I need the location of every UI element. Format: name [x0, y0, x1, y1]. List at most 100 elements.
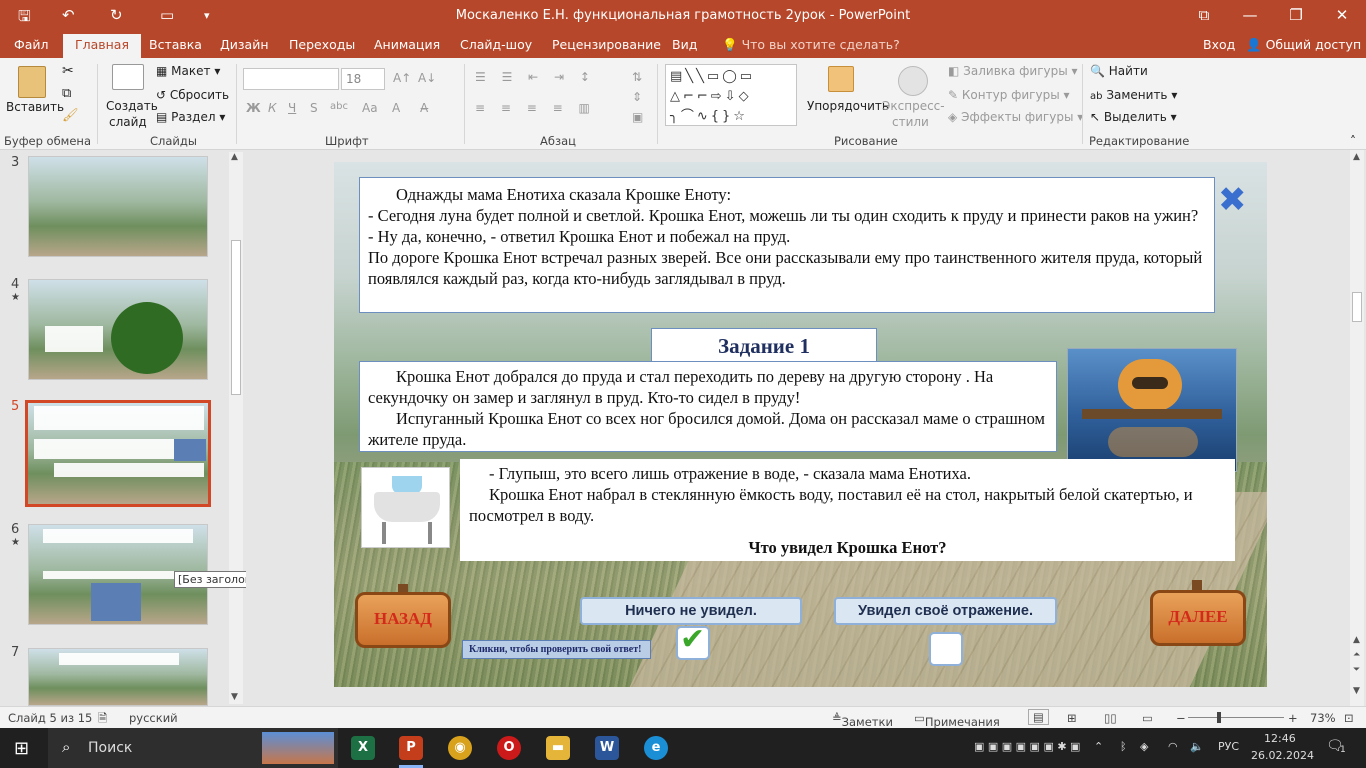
answer-2-checkbox[interactable] — [929, 632, 963, 666]
language-indicator[interactable]: РУС — [1218, 740, 1239, 753]
clock-time[interactable]: 12:46 — [1264, 732, 1296, 745]
story-text-box-1[interactable]: Однажды мама Енотиха сказала Крошке Енот… — [359, 177, 1215, 313]
underline-button[interactable]: Ч — [288, 101, 296, 115]
excel-icon[interactable]: X — [351, 736, 375, 760]
story-text-box-3[interactable]: - Глупыш, это всего лишь отражение в вод… — [460, 459, 1235, 561]
quick-styles-icon[interactable] — [898, 66, 928, 96]
replace-button[interactable]: ab Заменить ▾ — [1090, 88, 1177, 102]
opera-icon[interactable]: O — [497, 736, 521, 760]
zoom-slider-thumb[interactable] — [1217, 712, 1221, 723]
language-indicator[interactable]: русский — [129, 711, 178, 725]
tab-slideshow[interactable]: Слайд-шоу — [460, 37, 532, 52]
edge-icon[interactable]: e — [644, 736, 668, 760]
slide-sorter-icon[interactable]: ⊞ — [1067, 711, 1077, 725]
italic-button[interactable]: К — [268, 101, 277, 115]
quick-styles-button[interactable]: Экспресс- — [882, 99, 945, 113]
notes-button[interactable]: ≜ Заметки — [832, 711, 893, 729]
grow-font-icon[interactable]: A↑ — [393, 71, 411, 85]
word-icon[interactable]: W — [595, 736, 619, 760]
scroll-up-icon[interactable]: ▲ — [1353, 152, 1360, 162]
find-button[interactable]: 🔍 Найти — [1090, 64, 1148, 78]
new-slide-button-line2[interactable]: слайд — [109, 115, 147, 129]
tab-insert[interactable]: Вставка — [149, 37, 202, 52]
tab-design[interactable]: Дизайн — [220, 37, 269, 52]
tab-view[interactable]: Вид — [672, 37, 697, 52]
bluetooth-icon[interactable]: ᛒ — [1120, 740, 1127, 753]
close-slide-icon[interactable]: ✖ — [1218, 183, 1247, 217]
tab-file[interactable]: Файл — [14, 37, 49, 52]
section-button[interactable]: ▤ Раздел ▾ — [156, 110, 225, 124]
zoom-out-icon[interactable]: − — [1176, 711, 1186, 725]
char-spacing-button[interactable]: abc — [330, 101, 348, 112]
shape-effects-button[interactable]: ◈ Эффекты фигуры ▾ — [948, 110, 1083, 124]
chrome-icon[interactable]: ◉ — [448, 736, 472, 760]
scroll-up-icon[interactable]: ▲ — [1353, 635, 1360, 645]
change-case-icon[interactable]: A — [392, 101, 400, 115]
shape-outline-button[interactable]: ✎ Контур фигуры ▾ — [948, 88, 1070, 102]
zoom-level[interactable]: 73% — [1310, 711, 1336, 725]
text-direction-icon[interactable]: ⇅ — [632, 70, 642, 84]
clear-format-icon[interactable]: A̶ — [420, 101, 428, 115]
wifi-icon[interactable]: ◠ — [1168, 740, 1178, 753]
normal-view-icon[interactable]: ▤ — [1028, 709, 1049, 725]
next-slide-icon[interactable]: ⏷ — [1353, 665, 1360, 675]
quick-styles-button-line2[interactable]: стили — [892, 115, 929, 129]
slide-thumbnail-5[interactable] — [25, 400, 211, 507]
tray-overflow-icon[interactable]: ⌃ — [1094, 740, 1103, 753]
previous-slide-icon[interactable]: ⏶ — [1353, 650, 1360, 660]
signin-link[interactable]: Вход — [1203, 37, 1235, 52]
tab-animation[interactable]: Анимация — [374, 37, 440, 52]
font-name-input[interactable] — [243, 68, 339, 90]
comments-button[interactable]: ▭ Примечания — [914, 711, 1000, 729]
cut-icon[interactable]: ✂ — [62, 63, 74, 79]
minimize-icon[interactable]: — — [1230, 6, 1270, 24]
scroll-down-icon[interactable]: ▼ — [231, 692, 238, 702]
collapse-ribbon-icon[interactable]: ˄ — [1350, 134, 1356, 148]
file-explorer-icon[interactable]: ▬ — [546, 736, 570, 760]
reset-button[interactable]: ↺ Сбросить — [156, 88, 229, 102]
new-slide-icon[interactable] — [112, 64, 144, 90]
fit-to-window-icon[interactable]: ⊡ — [1344, 711, 1354, 725]
slideshow-view-icon[interactable]: ▭ — [1142, 711, 1153, 725]
arrange-icon[interactable] — [828, 66, 854, 92]
layout-button[interactable]: ▦ Макет ▾ — [156, 64, 220, 78]
format-painter-icon[interactable]: 🖌 — [62, 108, 79, 123]
paste-icon[interactable] — [18, 66, 46, 98]
share-button[interactable]: 👤 Общий доступ — [1246, 37, 1361, 53]
align-icons[interactable]: ≡ ≡ ≡ ≡ ▥ — [475, 101, 596, 115]
scroll-up-icon[interactable]: ▲ — [231, 152, 238, 162]
font-size-input[interactable]: 18 — [341, 68, 385, 90]
scroll-thumb[interactable] — [1352, 292, 1362, 322]
arrange-button[interactable]: Упорядочить — [807, 99, 889, 113]
reading-view-icon[interactable]: ▯▯ — [1104, 711, 1117, 725]
tab-review[interactable]: Рецензирование — [552, 37, 661, 52]
tab-transitions[interactable]: Переходы — [289, 37, 355, 52]
taskbar-search-box[interactable]: ⌕ Поиск — [48, 728, 338, 768]
volume-icon[interactable]: 🔈 — [1190, 740, 1204, 753]
shape-fill-button[interactable]: ◧ Заливка фигуры ▾ — [948, 64, 1078, 78]
thumbnail-scrollbar[interactable]: ▲ ▼ — [229, 152, 243, 704]
slide-thumbnail-4[interactable] — [28, 279, 208, 380]
answer-nothing-button[interactable]: Ничего не увидел. — [580, 597, 802, 625]
close-icon[interactable]: ✕ — [1322, 6, 1362, 24]
answer-reflection-button[interactable]: Увидел своё отражение. — [834, 597, 1057, 625]
tray-app-icons[interactable]: ▣ ▣ ▣ ▣ ▣ ▣ ✱ ▣ — [974, 740, 1080, 753]
zoom-in-icon[interactable]: + — [1288, 711, 1298, 725]
tab-home[interactable]: Главная — [63, 34, 141, 58]
new-slide-button[interactable]: Создать — [106, 99, 158, 113]
slide-thumbnail-3[interactable] — [28, 156, 208, 257]
copy-icon[interactable]: ⧉ — [62, 86, 71, 101]
scroll-thumb[interactable] — [231, 240, 241, 395]
strike-button[interactable]: S — [310, 101, 318, 115]
story-text-box-2[interactable]: Крошка Енот добрался до пруда и стал пер… — [359, 361, 1057, 452]
clock-date[interactable]: 26.02.2024 — [1251, 749, 1314, 762]
restore-icon[interactable]: ❐ — [1276, 6, 1316, 24]
next-button[interactable]: ДАЛЕЕ — [1150, 590, 1246, 646]
shrink-font-icon[interactable]: A↓ — [418, 71, 436, 85]
ribbon-options-icon[interactable]: ⧉ — [1184, 6, 1224, 24]
select-button[interactable]: ↖ Выделить ▾ — [1090, 110, 1177, 124]
back-button[interactable]: НАЗАД — [355, 592, 451, 648]
scroll-down-icon[interactable]: ▼ — [1353, 686, 1360, 696]
align-text-icon[interactable]: ⇕ — [632, 90, 642, 104]
powerpoint-icon[interactable]: P — [399, 736, 423, 760]
